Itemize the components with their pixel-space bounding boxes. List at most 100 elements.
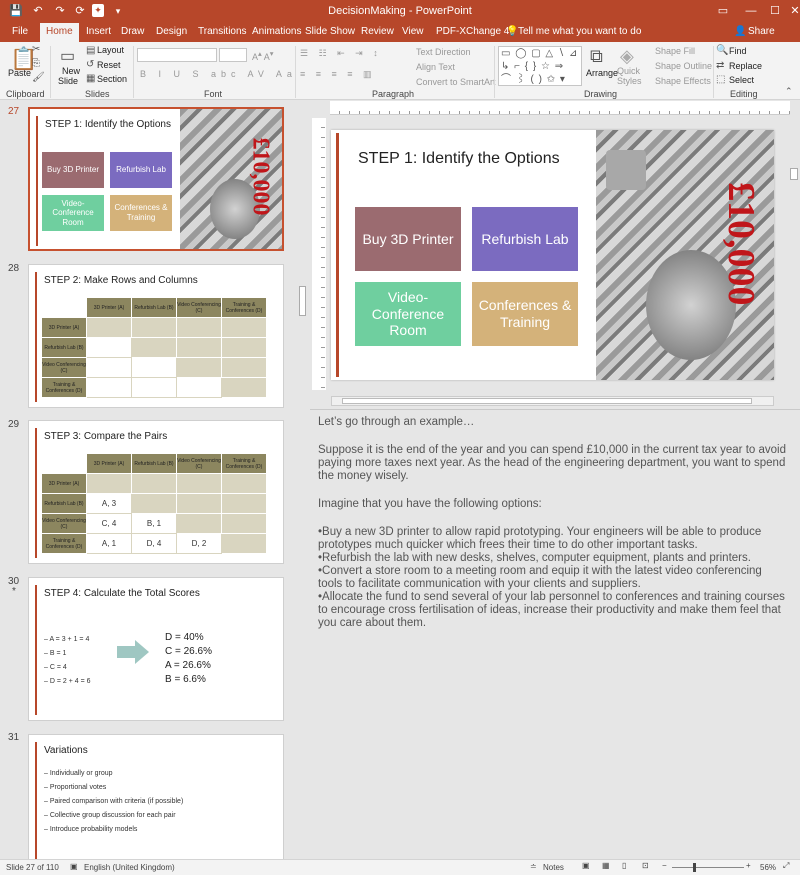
slide-counter: Slide 27 of 110	[6, 863, 59, 872]
text-direction-button[interactable]: Text Direction	[416, 47, 471, 57]
slide-thumbnail-31[interactable]: Variations – Individually or group – Pro…	[28, 734, 284, 859]
banknote-image[interactable]: £10,000	[596, 130, 774, 380]
section-icon: ▦	[86, 73, 96, 84]
main-slide[interactable]: STEP 1: Identify the Options Buy 3D Prin…	[331, 130, 774, 380]
tab-file[interactable]: File	[12, 26, 28, 37]
tab-insert[interactable]: Insert	[86, 26, 111, 37]
tab-slide-show[interactable]: Slide Show	[305, 26, 355, 37]
thumbnail-scrollbar[interactable]	[297, 101, 309, 859]
slide-title: STEP 1: Identify the Options	[45, 119, 171, 130]
slide-thumbnail-27[interactable]: STEP 1: Identify the Options Buy 3D Prin…	[28, 107, 284, 251]
zoom-out-icon[interactable]: −	[662, 861, 667, 870]
font-name-box[interactable]	[137, 48, 217, 62]
notes-bullets: •Buy a new 3D printer to allow rapid pro…	[318, 526, 785, 629]
notes-icon: ≐	[530, 862, 537, 871]
section-button[interactable]: Section	[97, 74, 127, 84]
ribbon-display-icon[interactable]: ▭	[708, 0, 738, 22]
quick-styles-button-2[interactable]: Styles	[617, 76, 642, 86]
align-text-button[interactable]: Align Text	[416, 62, 455, 72]
find-button[interactable]: Find	[729, 46, 747, 56]
slide-title: STEP 3: Compare the Pairs	[44, 431, 168, 442]
cut-icon[interactable]: ✂	[32, 44, 40, 55]
share-button[interactable]: Share	[748, 26, 775, 37]
notes-button[interactable]: Notes	[543, 863, 564, 872]
quick-styles-button[interactable]: Quick	[617, 66, 640, 76]
shape-fill-button[interactable]: Shape Fill	[655, 46, 695, 56]
new-slide-button-2[interactable]: Slide	[58, 76, 78, 86]
replace-icon: ⇄	[716, 60, 725, 71]
tab-home[interactable]: Home	[40, 23, 79, 42]
title-bar: 💾 ↶ ↷ ⟳ ✦ ▾ DecisionMaking - PowerPoint …	[0, 0, 800, 22]
option-refurbish-lab[interactable]: Refurbish Lab	[472, 207, 578, 271]
score-results: D = 40% C = 26.6% A = 26.6% B = 6.6%	[165, 632, 212, 685]
format-painter-icon[interactable]: 🖌	[32, 72, 45, 83]
copy-icon[interactable]: ⎘	[32, 58, 40, 69]
normal-view-icon[interactable]: ▣	[582, 861, 590, 870]
font-grow-icon[interactable]: A▴ A▾	[252, 49, 274, 62]
font-format-icons[interactable]: B I U S abc AV Aa	[140, 69, 297, 79]
font-size-box[interactable]	[219, 48, 247, 62]
tab-animations[interactable]: Animations	[252, 26, 301, 37]
user-icon: 👤	[734, 26, 747, 37]
slide-title: STEP 2: Make Rows and Columns	[44, 275, 198, 286]
notes-pane[interactable]: Let’s go through an example… Suppose it …	[310, 409, 800, 859]
option-buy-3d-printer[interactable]: Buy 3D Printer	[355, 207, 461, 271]
tab-view[interactable]: View	[402, 26, 424, 37]
ribbon-tabs: File Home Insert Draw Design Transitions…	[0, 22, 800, 42]
slide-title: STEP 4: Calculate the Total Scores	[44, 588, 200, 599]
reset-icon: ↺	[86, 59, 95, 70]
vertical-ruler	[312, 118, 326, 390]
animation-marker: *	[12, 586, 16, 597]
option-video-conference[interactable]: Video-Conference Room	[355, 282, 461, 346]
clipboard-group-label: Clipboard	[6, 89, 45, 99]
editor-scrollbar[interactable]	[790, 168, 798, 180]
reset-button[interactable]: Reset	[97, 60, 121, 70]
tell-me-search[interactable]: Tell me what you want to do	[518, 26, 641, 37]
slide-title[interactable]: STEP 1: Identify the Options	[358, 150, 560, 168]
list-icons[interactable]: ☰ ☷ ⇤ ⇥ ↕	[300, 48, 382, 59]
zoom-slider[interactable]	[672, 867, 744, 868]
collapse-ribbon-icon[interactable]: ⌃	[785, 86, 793, 97]
slide-thumbnail-29[interactable]: STEP 3: Compare the Pairs 3D Printer (A)…	[28, 420, 284, 564]
slide-number: 29	[8, 419, 20, 430]
shape-outline-button[interactable]: Shape Outline	[655, 61, 712, 71]
select-button[interactable]: Select	[729, 75, 754, 85]
option-conferences-training[interactable]: Conferences & Training	[472, 282, 578, 346]
replace-button[interactable]: Replace	[729, 61, 762, 71]
slide-number: 28	[8, 263, 20, 274]
slide-thumbnail-30[interactable]: STEP 4: Calculate the Total Scores – A =…	[28, 577, 284, 721]
shape-effects-button[interactable]: Shape Effects	[655, 76, 711, 86]
arrange-icon[interactable]: ⧉	[590, 46, 603, 67]
paste-button[interactable]: Paste	[8, 68, 31, 78]
zoom-level[interactable]: 56%	[760, 863, 776, 872]
comparison-grid: 3D Printer (A) Refurbish Lab (B) Video Con…	[41, 453, 267, 554]
arrange-button[interactable]: Arrange	[586, 68, 618, 78]
tab-pdf-xchange[interactable]: PDF-XChange 4	[436, 26, 509, 37]
zoom-slider-thumb[interactable]	[693, 863, 696, 872]
ribbon: 📋 Paste ✂ ⎘ 🖌 Clipboard ▭ New Slide ▤ La…	[0, 42, 800, 100]
zoom-in-icon[interactable]: +	[746, 861, 751, 870]
option-box: Buy 3D Printer	[42, 152, 104, 188]
tab-review[interactable]: Review	[361, 26, 394, 37]
fit-to-window-icon[interactable]: ⤢	[783, 861, 789, 871]
slide-sorter-icon[interactable]: ▦	[602, 861, 610, 870]
editor-horizontal-scrollbar[interactable]	[331, 396, 774, 406]
convert-smartart-button[interactable]: Convert to SmartArt	[416, 77, 496, 87]
tab-draw[interactable]: Draw	[121, 26, 144, 37]
reading-view-icon[interactable]: ▯	[622, 861, 626, 870]
language-label[interactable]: English (United Kingdom)	[84, 863, 175, 872]
window-title: DecisionMaking - PowerPoint	[328, 5, 472, 17]
slideshow-icon[interactable]: ⊡	[642, 861, 649, 870]
tab-transitions[interactable]: Transitions	[198, 26, 247, 37]
close-button[interactable]: ✕	[780, 0, 800, 22]
shapes-gallery[interactable]: ▭ ◯ ▢ △ ∖ ⊿ ↳ ⌐ { } ☆ ⇒ ⌒ ⌇ ( ) ✩ ▾	[498, 46, 582, 86]
layout-button[interactable]: Layout	[97, 45, 124, 55]
new-slide-icon[interactable]: ▭	[60, 46, 75, 66]
spellcheck-icon[interactable]: ▣	[70, 862, 78, 871]
new-slide-button[interactable]: New	[62, 66, 80, 76]
tab-design[interactable]: Design	[156, 26, 187, 37]
align-icons[interactable]: ≡ ≡ ≡ ≡ ▥	[300, 69, 376, 80]
quick-styles-icon[interactable]: ◈	[620, 46, 634, 67]
score-formulas: – A = 3 + 1 = 4– B = 1– C = 4– D = 2 + 4…	[44, 636, 91, 685]
slide-thumbnail-28[interactable]: STEP 2: Make Rows and Columns 3D Printer…	[28, 264, 284, 408]
